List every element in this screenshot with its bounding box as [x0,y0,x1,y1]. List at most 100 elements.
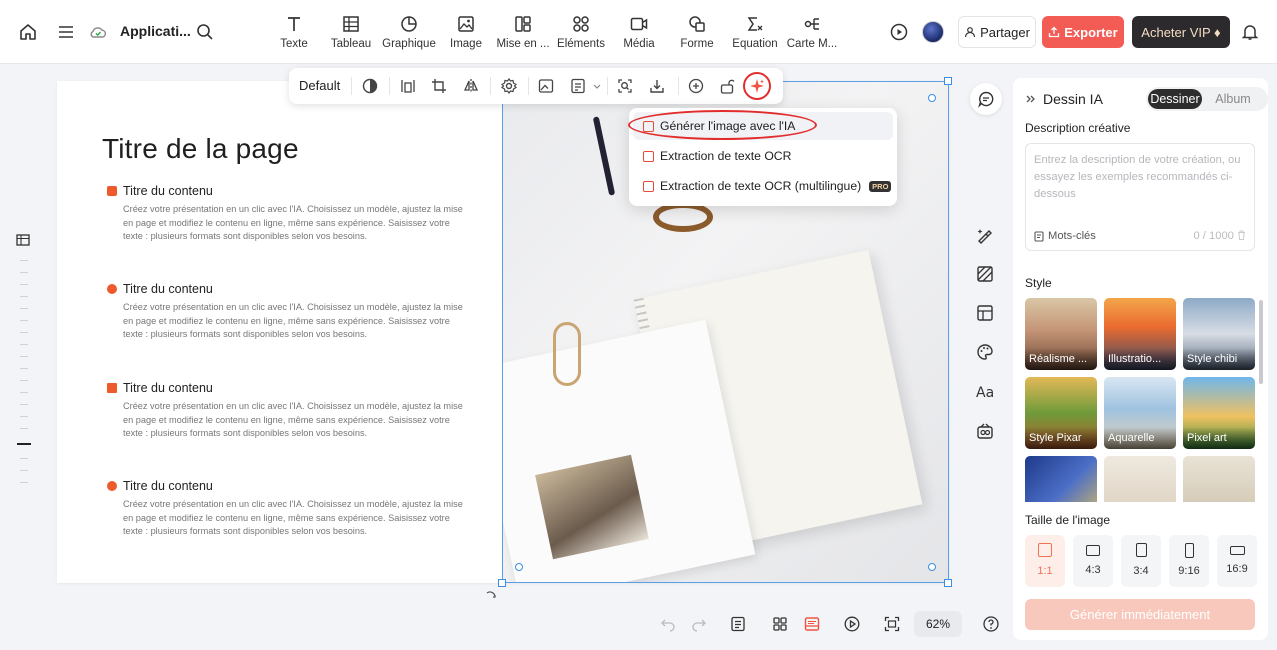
style-card-van-gogh[interactable] [1025,456,1097,502]
font-icon[interactable]: Aa [975,382,995,402]
content-item-body: Créez votre présentation en un clic avec… [123,401,463,438]
tool-equation[interactable]: Équation [724,14,786,50]
size-option-9-16[interactable]: 9:16 [1169,535,1209,587]
settings-icon[interactable] [500,77,518,95]
menu-item-ocr-multilingual[interactable]: Extraction de texte OCR (multilingue) PR… [633,172,893,200]
slides-panel-icon[interactable] [16,234,30,246]
comment-add-icon[interactable] [687,77,705,95]
menu-item-ocr[interactable]: Extraction de texte OCR [633,142,893,170]
background-pattern-icon[interactable] [975,264,995,284]
tool-label: Mise en ... [496,38,550,50]
resize-handle[interactable] [944,77,952,85]
square-icon [1038,543,1052,557]
redo-icon[interactable] [690,615,708,633]
align-icon[interactable] [399,77,417,95]
media-icon [629,14,649,34]
ai-drawing-panel: Dessin IA Dessiner Album Description cré… [1013,78,1268,640]
tool-forme[interactable]: Forme [666,14,728,50]
tool-image[interactable]: Image [435,14,497,50]
tool-graphique[interactable]: Graphique [378,14,440,50]
content-item[interactable]: Titre du contenu Créez votre présentatio… [107,381,467,441]
crop-icon[interactable] [430,77,448,95]
tool-elements[interactable]: Éléments [550,14,612,50]
style-scrollbar[interactable] [1259,300,1263,384]
style-card-aquarelle[interactable]: Aquarelle [1104,377,1176,449]
help-icon[interactable] [982,615,1000,633]
crop-handle[interactable] [515,563,523,571]
content-item-body: Créez votre présentation en un clic avec… [123,499,463,536]
description-textarea[interactable]: Entrez la description de votre création,… [1025,143,1255,251]
content-item[interactable]: Titre du contenu Créez votre présentatio… [107,479,467,539]
tool-media[interactable]: Média [608,14,670,50]
rotate-icon[interactable] [484,588,498,602]
style-card-ink[interactable] [1104,456,1176,502]
unlock-icon[interactable] [718,77,736,95]
trash-icon[interactable] [1237,230,1246,240]
char-counter: 0 / 1000 [1193,230,1246,242]
app-title[interactable]: Applicati... [120,23,191,39]
style-card-flower[interactable] [1183,456,1255,502]
search-icon[interactable] [195,22,215,42]
present-icon[interactable] [843,615,861,633]
tool-carte-mentale[interactable]: Carte M... [781,14,843,50]
keywords-button[interactable]: Mots-clés [1034,230,1096,242]
zoom-level[interactable]: 62% [914,611,962,637]
tab-album[interactable]: Album [1206,89,1260,109]
home-icon[interactable] [18,22,38,42]
image-adjust-icon[interactable] [537,77,555,95]
share-button[interactable]: Partager [958,16,1036,48]
template-icon[interactable] [975,303,995,323]
slide-view-icon[interactable] [803,615,821,633]
image-search-icon[interactable] [616,77,634,95]
style-card-pixel-art[interactable]: Pixel art [1183,377,1255,449]
size-option-4-3[interactable]: 4:3 [1073,535,1113,587]
bell-icon[interactable] [1240,22,1260,42]
ai-magic-button[interactable] [743,72,771,100]
caption-icon[interactable] [569,77,587,95]
tab-dessiner[interactable]: Dessiner [1148,89,1202,109]
chat-icon [977,90,995,108]
chevron-down-icon[interactable] [592,77,602,95]
tool-mise-en-page[interactable]: Mise en ... [492,14,554,50]
size-option-3-4[interactable]: 3:4 [1121,535,1161,587]
style-card-chibi[interactable]: Style chibi [1183,298,1255,370]
style-card-realisme[interactable]: Réalisme ... [1025,298,1097,370]
puzzle-bullet-icon [107,383,117,393]
flip-icon[interactable] [462,77,480,95]
collapse-icon[interactable] [1025,93,1037,105]
ai-pen-icon[interactable] [975,225,995,245]
size-option-1-1[interactable]: 1:1 [1025,535,1065,587]
image-style-select[interactable]: Default [299,78,340,93]
undo-icon[interactable] [659,615,677,633]
tool-tableau[interactable]: Tableau [320,14,382,50]
size-option-16-9[interactable]: 16:9 [1217,535,1257,587]
slide-title[interactable]: Titre de la page [102,133,299,165]
generate-now-button[interactable]: Générer immédiatement [1025,599,1255,630]
tool-texte[interactable]: Texte [263,14,325,50]
crop-handle[interactable] [928,563,936,571]
portrait-icon [1135,543,1147,557]
style-card-pixar[interactable]: Style Pixar [1025,377,1097,449]
play-icon[interactable] [889,22,909,42]
resize-handle[interactable] [498,579,506,587]
style-card-illustration[interactable]: Illustratio... [1104,298,1176,370]
crop-handle[interactable] [928,94,936,102]
export-button[interactable]: Exporter [1042,16,1124,48]
animation-icon[interactable] [975,421,995,441]
notes-icon[interactable] [729,615,747,633]
content-item[interactable]: Titre du contenu Créez votre présentatio… [107,184,467,244]
wide-landscape-icon [1229,546,1245,555]
download-icon[interactable] [648,77,666,95]
comments-button[interactable] [970,83,1002,115]
content-item[interactable]: Titre du contenu Créez votre présentatio… [107,282,467,342]
cloud-saved-icon [88,22,108,42]
grid-view-icon[interactable] [771,615,789,633]
image-toolbar: Default [289,68,783,104]
avatar[interactable] [922,21,944,43]
palette-icon[interactable] [975,342,995,362]
resize-handle[interactable] [944,579,952,587]
fit-screen-icon[interactable] [883,615,901,633]
menu-icon[interactable] [56,22,76,42]
buy-vip-button[interactable]: Acheter VIP ♦ [1132,16,1230,48]
filter-icon[interactable] [361,77,379,95]
